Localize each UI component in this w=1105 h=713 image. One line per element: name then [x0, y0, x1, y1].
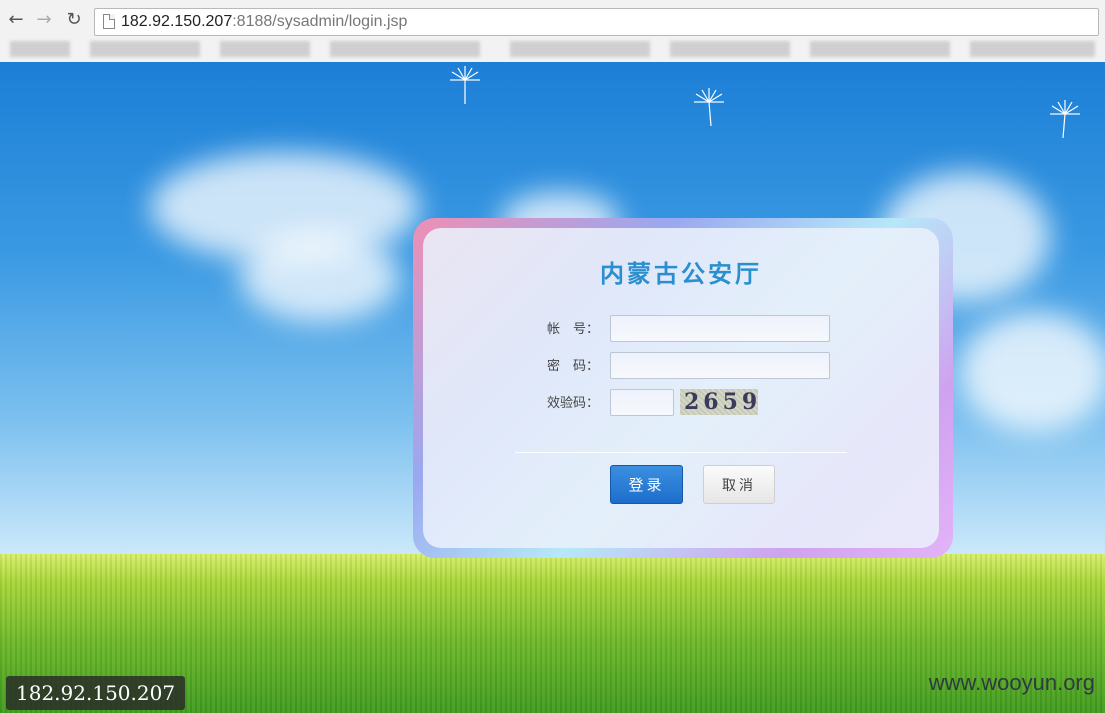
address-bar[interactable]: 182.92.150.207:8188/sysadmin/login.jsp: [94, 8, 1099, 36]
dandelion-icon: [1050, 100, 1080, 139]
bookmark-item[interactable]: [810, 41, 950, 57]
bookmark-item[interactable]: [330, 41, 480, 57]
url-path: :8188/sysadmin/login.jsp: [232, 13, 408, 30]
dandelion-icon: [694, 88, 724, 127]
bookmark-item[interactable]: [970, 41, 1095, 57]
account-label: 帐 号：: [546, 322, 599, 337]
cancel-button[interactable]: 取消: [703, 465, 775, 504]
reload-icon[interactable]: ↻: [62, 8, 86, 32]
page-title: 内蒙古公安厅: [600, 259, 762, 288]
back-arrow-icon[interactable]: ←: [4, 8, 28, 32]
form-divider: [515, 452, 847, 453]
address-bar-url: 182.92.150.207:8188/sysadmin/login.jsp: [121, 13, 407, 31]
login-button[interactable]: 登录: [610, 465, 683, 504]
forward-arrow-icon[interactable]: →: [32, 8, 56, 32]
bookmark-item[interactable]: [90, 41, 200, 57]
captcha-label: 效验码：: [546, 396, 599, 411]
login-panel-frame: 内蒙古公安厅 帐 号： 密 码： 效验码： 2659 登录 取消: [413, 218, 953, 558]
password-input[interactable]: [610, 352, 830, 379]
bookmark-item[interactable]: [670, 41, 790, 57]
login-panel: 内蒙古公安厅 帐 号： 密 码： 效验码： 2659 登录 取消: [423, 228, 939, 548]
cloud: [240, 232, 400, 322]
password-label: 密 码：: [546, 359, 599, 374]
bookmark-item[interactable]: [510, 41, 650, 57]
login-page-background: 内蒙古公安厅 帐 号： 密 码： 效验码： 2659 登录 取消: [0, 62, 1105, 713]
browser-chrome: ← → ↻ 182.92.150.207:8188/sysadmin/login…: [0, 0, 1105, 62]
bookmark-item[interactable]: [10, 41, 70, 57]
url-host: 182.92.150.207: [121, 13, 233, 30]
account-input[interactable]: [610, 315, 830, 342]
watermark: www.wooyun.org: [928, 670, 1095, 695]
captcha-image[interactable]: 2659: [680, 389, 758, 415]
cloud: [960, 312, 1105, 432]
browser-toolbar: ← → ↻ 182.92.150.207:8188/sysadmin/login…: [0, 4, 1105, 36]
captcha-input[interactable]: [610, 389, 674, 416]
bookmark-item[interactable]: [220, 41, 310, 57]
ip-badge: 182.92.150.207: [6, 676, 186, 710]
page-icon: [103, 14, 115, 29]
dandelion-icon: [450, 66, 480, 104]
bookmarks-bar: [0, 38, 1105, 60]
